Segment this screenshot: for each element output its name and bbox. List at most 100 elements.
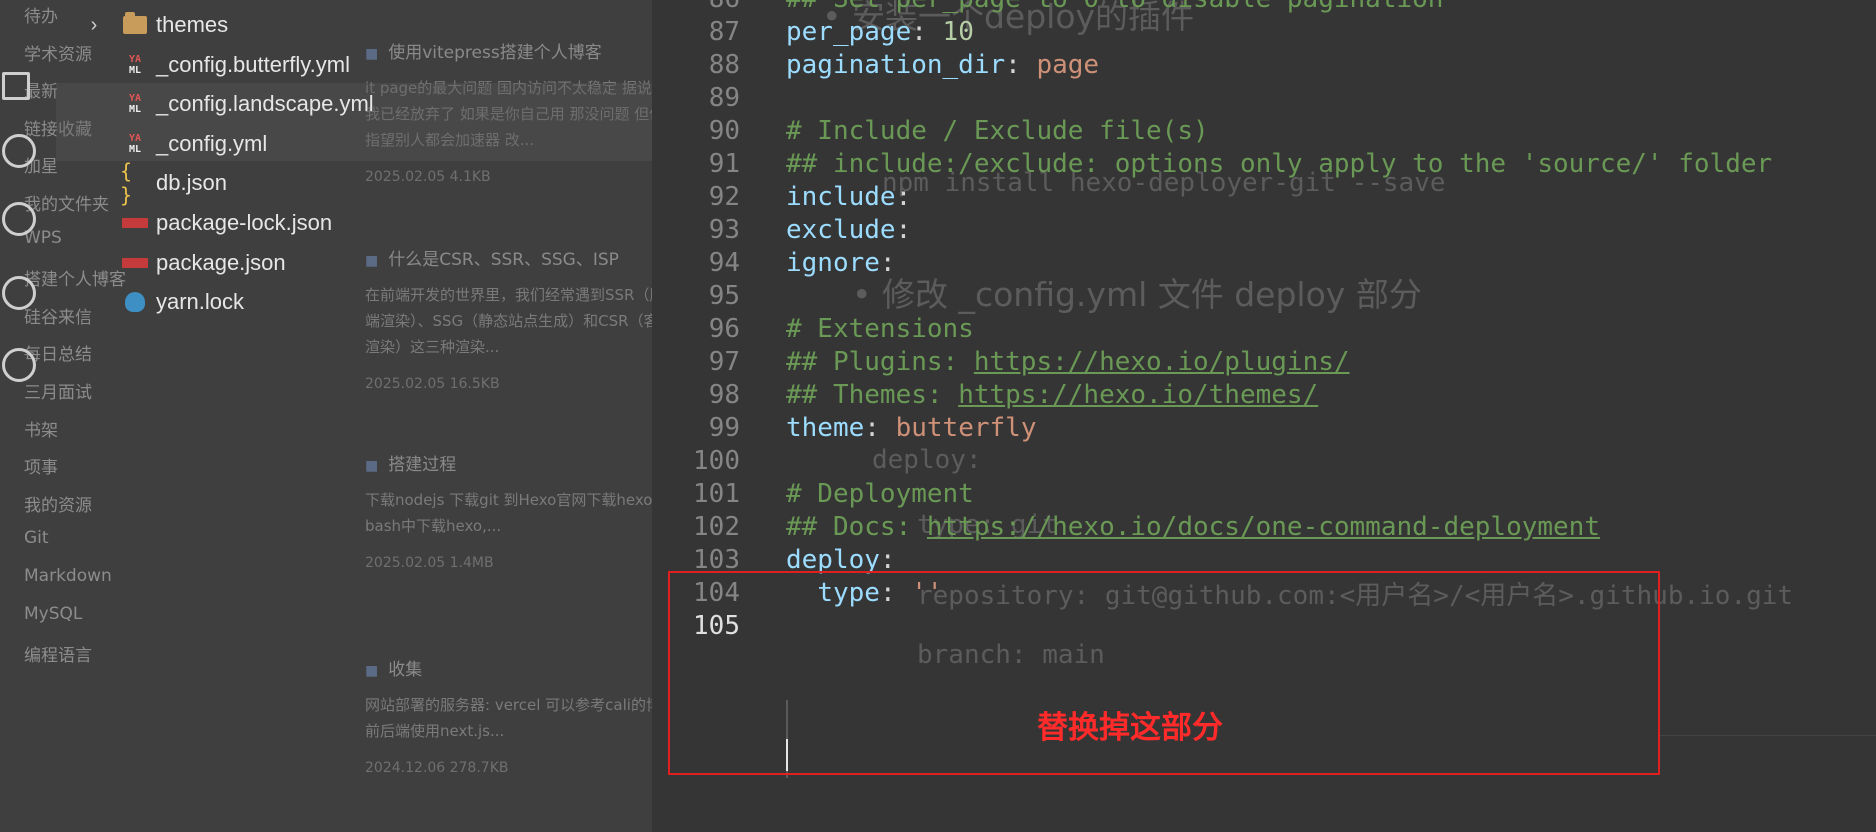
yarn-glyph [125, 292, 145, 313]
file-name: db.json [156, 170, 227, 196]
annotation-label: 替换掉这部分 [1037, 710, 1223, 746]
file-name: package.json [156, 249, 286, 275]
line-number: 98 [708, 379, 740, 410]
line-number: 93 [708, 214, 740, 245]
line-content: # Deployment [786, 479, 974, 509]
code-token: theme [786, 412, 865, 443]
file-name: themes [156, 12, 229, 37]
note-card[interactable]: 收集网站部署的服务器: vercel 可以参考cali的博客 前后端使用next… [365, 655, 695, 776]
code-token: : [879, 544, 896, 575]
line-content: per_page: 10 [786, 17, 974, 47]
file-tree-item[interactable]: package-lock.json [80, 203, 332, 243]
yaml-glyph-bottom: ML [128, 64, 142, 76]
yaml-glyph: YA ML [129, 54, 141, 76]
json-file-icon: { } [120, 159, 150, 207]
note-snippet: 网站部署的服务器: vercel 可以参考cali的博客 前后端使用next.j… [365, 696, 676, 740]
file-tree-item[interactable]: package.json [80, 243, 286, 283]
line-number: 91 [708, 148, 740, 179]
code-token: : [895, 214, 912, 245]
line-content: include: [786, 182, 911, 212]
code-token: ## Plugins: [786, 346, 974, 377]
npm-glyph [122, 257, 148, 268]
line-content: ## Themes: https://hexo.io/themes/ [786, 380, 1318, 410]
yaml-glyph: YA ML [129, 133, 141, 155]
line-number: 95 [708, 280, 740, 311]
code-token[interactable]: https://hexo.io/themes/ [958, 380, 1318, 410]
extensions-icon[interactable] [2, 348, 36, 382]
code-token: ignore [786, 247, 880, 278]
code-token: ## include:/exclude: options only apply … [786, 148, 1773, 179]
code-token: deploy [786, 544, 880, 575]
code-token: per_page [786, 16, 912, 47]
code-token[interactable]: https://hexo.io/plugins/ [974, 347, 1350, 377]
npm-file-icon [120, 257, 150, 268]
note-meta: 2024.12.06 278.7KB [365, 760, 509, 776]
yaml-glyph-bottom: ML [128, 143, 142, 155]
file-tree-item[interactable]: { } db.json [80, 159, 227, 207]
line-content: pagination_dir: page [786, 50, 1099, 80]
code-token: : [879, 247, 896, 278]
code-token: pagination_dir [786, 49, 1006, 80]
folder-icon [120, 12, 150, 34]
line-number: 97 [708, 346, 740, 377]
code-token: # Deployment [786, 478, 974, 509]
code-token: # Extensions [786, 313, 974, 344]
line-content: # Include / Exclude file(s) [786, 116, 1209, 146]
file-tree-item[interactable]: yarn.lock [80, 282, 244, 322]
code-token: butterfly [895, 412, 1037, 443]
npm-glyph [122, 218, 148, 228]
line-number: 103 [693, 544, 740, 575]
file-tree-item[interactable]: YA ML _config.landscape.yml [80, 84, 374, 124]
yarn-file-icon [120, 292, 150, 313]
line-content: ## Docs: https://hexo.io/docs/one-comman… [786, 512, 1600, 542]
code-token: exclude [786, 214, 896, 245]
yaml-file-icon: YA ML [120, 54, 150, 76]
npm-file-icon [120, 218, 150, 228]
line-content: exclude: [786, 215, 911, 245]
yaml-glyph-top: YA [128, 53, 142, 65]
note-title: 收集 [365, 655, 695, 680]
file-tree-item[interactable]: YA ML _config.yml [80, 124, 267, 164]
code-token: # Include / Exclude file(s) [786, 115, 1209, 146]
code-token: : [895, 181, 912, 212]
yaml-glyph: YA ML [129, 93, 141, 115]
file-explorer: › themes YA ML _config.butterfly.yml YA ML _con… [0, 0, 652, 320]
code-token: ## Themes: [786, 379, 959, 410]
chevron-right-icon[interactable]: › [80, 14, 108, 37]
yaml-glyph-top: YA [128, 132, 142, 144]
file-name: _config.landscape.yml [156, 91, 374, 117]
code-token: : [911, 16, 943, 47]
file-tree-item[interactable]: YA ML _config.butterfly.yml [80, 45, 350, 85]
code-token: : [864, 412, 896, 443]
code-token[interactable]: https://hexo.io/docs/one-command-deploym… [927, 512, 1600, 542]
line-number: 102 [693, 511, 740, 542]
folder-glyph [123, 12, 147, 34]
line-number: 88 [708, 49, 740, 80]
line-content: ## Plugins: https://hexo.io/plugins/ [786, 347, 1350, 377]
line-content: ignore: [786, 248, 896, 278]
note-meta: 2025.02.05 1.4MB [365, 555, 494, 571]
line-number: 90 [708, 115, 740, 146]
code-token: include [786, 181, 896, 212]
yaml-glyph-top: YA [128, 93, 142, 105]
line-content: ## include:/exclude: options only apply … [786, 149, 1772, 179]
line-number: 96 [708, 313, 740, 344]
file-name: yarn.lock [156, 289, 245, 315]
code-token: 10 [942, 16, 974, 47]
code-token: page [1036, 49, 1100, 80]
note-title: 搭建过程 [365, 450, 695, 475]
code-token: ## Docs: [786, 511, 927, 542]
line-number: 92 [708, 181, 740, 212]
divider [1660, 735, 1876, 736]
line-number: 100 [693, 445, 740, 476]
yaml-glyph-bottom: ML [128, 104, 142, 116]
line-number: 89 [708, 82, 740, 113]
note-meta: 2025.02.05 16.5KB [365, 376, 500, 392]
line-number: 94 [708, 247, 740, 278]
file-tree-item[interactable]: › themes [80, 5, 228, 45]
line-content: theme: butterfly [786, 413, 1036, 443]
yaml-file-icon: YA ML [120, 93, 150, 115]
line-content: # Extensions [786, 314, 974, 344]
json-glyph: { } [120, 159, 133, 208]
note-card[interactable]: 搭建过程下载nodejs 下载git 到Hexo官网下载hexo 在git ba… [365, 450, 695, 571]
